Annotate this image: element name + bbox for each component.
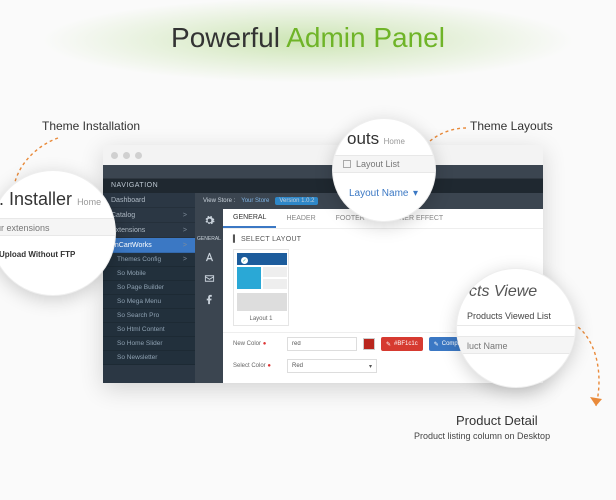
sidebar-item[interactable]: So Home Slider [103,337,195,351]
view-store-label: View Store : [203,198,235,204]
new-color-input[interactable] [287,337,357,351]
sidebar-item[interactable]: So Search Pro [103,309,195,323]
select-color-dropdown[interactable]: Red▾ [287,359,377,373]
chevron-right-icon: > [183,227,187,234]
version-badge: Version 1.0.2 [275,197,318,205]
products-heading: cts Viewe [457,283,576,301]
sidebar: DashboardCatalog>Extensions>enCartWorks>… [103,193,195,383]
sidebar-item[interactable]: enCartWorks> [103,238,195,253]
select-color-label: Select Color ● [233,363,281,369]
layouts-heading: outs [347,129,379,148]
tab-general[interactable]: GENERAL [223,209,276,228]
sidebar-item[interactable]: So Mega Menu [103,295,195,309]
section-select-layout: ▍ SELECT LAYOUT [223,229,543,247]
installer-heading: Installer [9,189,72,209]
layout-list-row: Layout List [333,155,436,173]
font-icon[interactable] [204,252,215,263]
layout-preview: ✓ [237,253,287,313]
chevron-right-icon: > [183,212,187,219]
traffic-dot [135,152,142,159]
top-strip [103,165,543,179]
annot-theme-layouts: Theme Layouts [470,119,553,133]
installer-row: our extensions [0,218,116,236]
traffic-dot [123,152,130,159]
product-name-row: luct Name [457,336,576,354]
sidebar-item[interactable]: Dashboard [103,193,195,208]
sidebar-item[interactable]: So Mobile [103,267,195,281]
color-swatch[interactable] [363,338,375,350]
chevron-right-icon: > [183,242,187,249]
title-part1: Powerful [171,22,286,53]
hex-button[interactable]: ✎ #BF1c1c [381,337,423,351]
chevron-right-icon: > [183,256,187,263]
facebook-icon[interactable] [204,294,215,305]
window-titlebar [103,145,543,165]
sidebar-item[interactable]: Catalog> [103,208,195,223]
tab-header[interactable]: HEADER [276,209,325,228]
nav-header: NAVIGATION [103,179,543,193]
envelope-icon[interactable] [204,273,215,284]
layout-name-link[interactable]: Layout Name ▾ [333,183,436,201]
annot-product-detail-sub: Product listing column on Desktop [414,431,550,441]
gear-icon[interactable] [204,215,215,226]
zoom-products: cts Viewe Products Viewed List luct Name [456,268,576,388]
zoom-installer: . Installer Home our extensions Upload W… [0,170,116,296]
title-part2: Admin Panel [286,22,445,53]
new-color-label: New Color ● [233,341,281,347]
products-list-label: Products Viewed List [457,311,576,326]
check-icon: ✓ [241,257,248,264]
installer-note: Upload Without FTP [0,250,116,259]
sidebar-item[interactable]: So Newsletter [103,351,195,365]
annot-theme-installation: Theme Installation [42,119,140,133]
page-title: Powerful Admin Panel [0,22,616,54]
iconcol-general-label: GENERAL [197,236,221,242]
traffic-dot [111,152,118,159]
list-icon [343,160,351,168]
icon-column: GENERAL [195,209,223,383]
sidebar-item[interactable]: Themes Config> [103,253,195,267]
annot-product-detail: Product Detail [456,413,538,428]
sidebar-item[interactable]: So Html Content [103,323,195,337]
sidebar-item[interactable]: So Page Builder [103,281,195,295]
layout-caption: Layout 1 [237,313,285,322]
layout-thumb[interactable]: ✓ Layout 1 [233,249,289,326]
zoom-layouts: outs Home Layout List Layout Name ▾ [332,118,436,222]
sidebar-item[interactable]: Extensions> [103,223,195,238]
store-link[interactable]: Your Store [241,198,269,204]
